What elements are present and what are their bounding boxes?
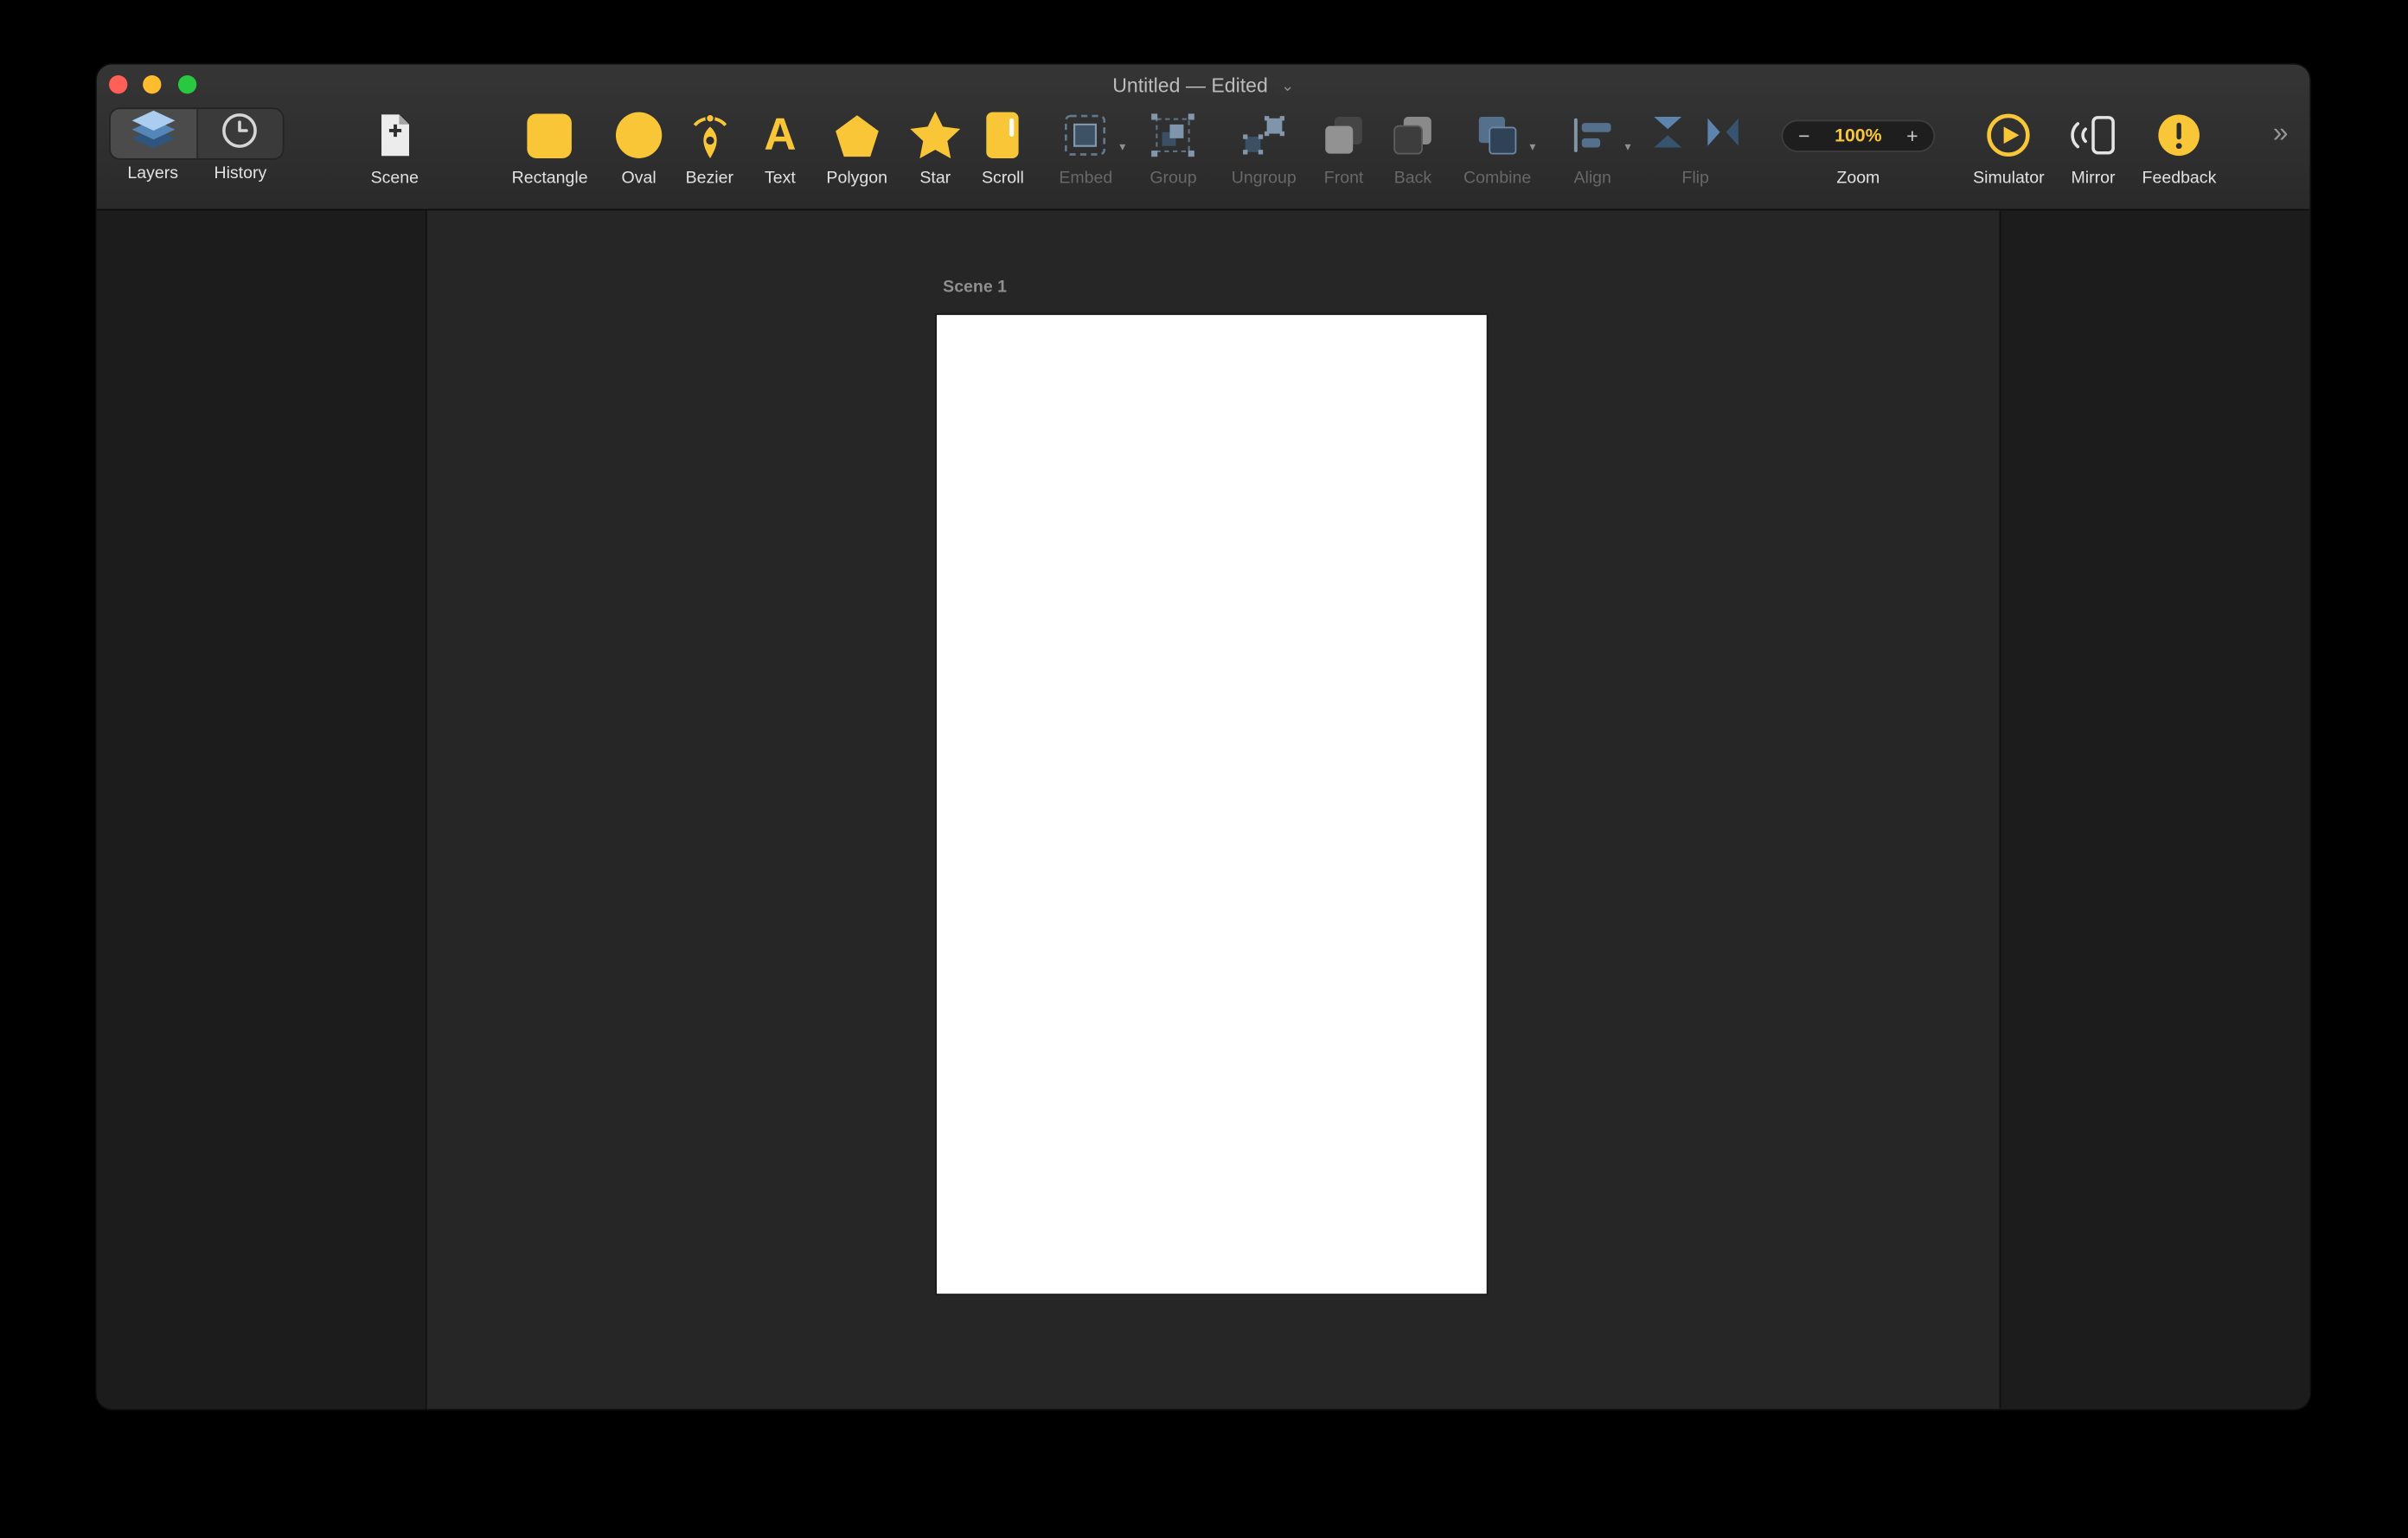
polygon-label: Polygon: [826, 169, 888, 188]
artboard-scene-1[interactable]: [937, 315, 1487, 1294]
toolbar-flip-group: Flip: [1649, 105, 1742, 188]
toolbar-align-button[interactable]: ▾ Align: [1571, 105, 1631, 188]
rectangle-icon: [527, 112, 573, 158]
star-label: Star: [919, 169, 951, 188]
title-bar-and-toolbar: Untitled — Edited ⌄ Layers History Scene…: [96, 64, 2310, 211]
zoom-out-button[interactable]: −: [1798, 125, 1809, 145]
layers-toggle-button[interactable]: [110, 109, 196, 158]
toolbar-star-tool[interactable]: Star: [909, 105, 961, 188]
toolbar-simulator-button[interactable]: Simulator: [1973, 105, 2045, 188]
ungroup-icon: [1241, 105, 1287, 166]
back-label: Back: [1393, 169, 1432, 188]
zoom-in-button[interactable]: +: [1906, 125, 1918, 145]
layers-panel: [96, 210, 427, 1409]
canvas-area[interactable]: Scene 1: [96, 210, 2310, 1409]
title-chevron-icon[interactable]: ⌄: [1281, 79, 1294, 96]
right-panel: [1999, 210, 2310, 1409]
polygon-icon: [834, 105, 880, 166]
toolbar-zoom-control: − 100% + Zoom: [1781, 105, 1936, 188]
text-a-icon: A: [764, 109, 797, 159]
simulator-label: Simulator: [1973, 169, 2045, 188]
flip-label: Flip: [1681, 169, 1709, 188]
toolbar-front-button[interactable]: Front: [1322, 105, 1366, 188]
front-label: Front: [1323, 169, 1364, 188]
toolbar-polygon-tool[interactable]: Polygon: [826, 105, 887, 188]
toolbar-feedback-button[interactable]: Feedback: [2142, 105, 2217, 188]
toolbar-mirror-button[interactable]: Mirror: [2069, 105, 2118, 188]
toolbar-rectangle-tool[interactable]: Rectangle: [512, 105, 588, 188]
screen: Untitled — Edited ⌄ Layers History Scene…: [0, 0, 2408, 1538]
scroll-label: Scroll: [981, 169, 1024, 188]
embed-icon: ▾: [1063, 105, 1125, 166]
combine-dropdown-caret[interactable]: ▾: [1529, 140, 1535, 154]
toolbar-embed-button[interactable]: ▾ Embed: [1059, 105, 1125, 188]
flip-horizontal-icon[interactable]: [1705, 113, 1742, 158]
toolbar-group-button[interactable]: Group: [1150, 105, 1197, 188]
feedback-label: Feedback: [2142, 169, 2217, 188]
flip-vertical-icon[interactable]: [1649, 113, 1687, 158]
history-clock-icon: [220, 110, 259, 157]
layers-icon: [130, 109, 176, 158]
zoom-pill: − 100% +: [1781, 119, 1936, 151]
scene-document-icon: [376, 105, 413, 166]
segmented-labels: Layers History: [109, 164, 284, 183]
bring-to-front-icon: [1322, 105, 1366, 166]
group-icon: [1150, 105, 1196, 166]
mirror-label: Mirror: [2071, 169, 2116, 188]
toolbar-bezier-tool[interactable]: Bezier: [686, 105, 733, 188]
scroll-icon: [986, 112, 1020, 158]
history-toggle-button[interactable]: [195, 109, 282, 158]
zoom-value[interactable]: 100%: [1835, 125, 1882, 146]
bezier-pen-icon: [688, 105, 731, 166]
layers-label: Layers: [127, 164, 178, 183]
panel-toggle-group: Layers History: [109, 107, 285, 183]
feedback-exclamation-icon: [2156, 105, 2202, 166]
toolbar-scene-button[interactable]: Scene: [371, 105, 419, 188]
toolbar-back-button[interactable]: Back: [1392, 105, 1435, 188]
zoom-label: Zoom: [1836, 169, 1880, 188]
toolbar-overflow-button[interactable]: »: [2273, 117, 2289, 149]
bezier-label: Bezier: [685, 169, 733, 188]
group-label: Group: [1150, 169, 1197, 188]
align-dropdown-caret[interactable]: ▾: [1624, 140, 1630, 154]
app-window: Untitled — Edited ⌄ Layers History Scene…: [96, 64, 2310, 1409]
toolbar-oval-tool[interactable]: Oval: [615, 105, 663, 188]
ungroup-label: Ungroup: [1231, 169, 1297, 188]
toolbar-text-tool[interactable]: A Text: [764, 105, 796, 188]
align-label: Align: [1573, 169, 1611, 188]
title-bar: Untitled — Edited ⌄: [97, 74, 2310, 97]
simulator-play-icon: [1986, 105, 2032, 166]
text-label: Text: [765, 169, 796, 188]
toolbar-combine-button[interactable]: ▾ Combine: [1463, 105, 1536, 188]
combine-label: Combine: [1463, 169, 1532, 188]
toolbar-scroll-tool[interactable]: Scroll: [982, 105, 1024, 188]
send-to-back-icon: [1392, 105, 1435, 166]
history-label: History: [214, 164, 267, 183]
align-icon: ▾: [1571, 105, 1631, 166]
window-title: Untitled — Edited: [1112, 74, 1268, 97]
scene-label: Scene: [370, 169, 419, 188]
combine-icon: ▾: [1476, 105, 1536, 166]
embed-label: Embed: [1059, 169, 1113, 188]
oval-label: Oval: [621, 169, 656, 188]
oval-icon: [615, 112, 663, 158]
rectangle-label: Rectangle: [511, 169, 588, 188]
layers-history-segmented-control: [109, 107, 285, 160]
mirror-phone-icon: [2069, 105, 2118, 166]
scene-title[interactable]: Scene 1: [943, 278, 1007, 296]
embed-dropdown-caret[interactable]: ▾: [1119, 140, 1125, 154]
toolbar-ungroup-button[interactable]: Ungroup: [1232, 105, 1297, 188]
star-icon: [909, 105, 961, 166]
